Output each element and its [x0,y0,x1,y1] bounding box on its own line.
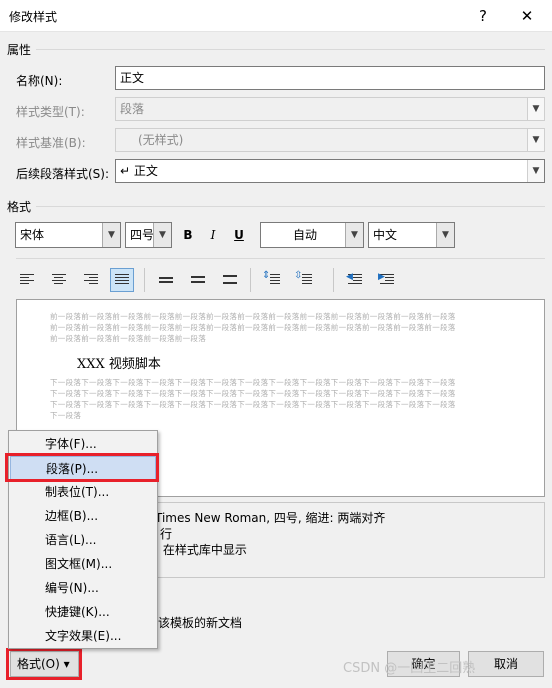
properties-section-label: 属性 [7,43,32,57]
align-right-icon [84,274,98,286]
justify-icon [115,274,129,286]
help-button[interactable]: ? [469,4,497,28]
cancel-button-label: 取消 [493,657,518,671]
decrease-para-spacing-button[interactable]: ⇳ [292,268,316,292]
chevron-down-icon[interactable]: ▼ [436,223,454,247]
font-size-value: 四号 [130,228,155,242]
description-line-1: Times New Roman, 四号, 缩进: 两端对齐 [155,511,386,525]
format-section-label: 格式 [7,200,32,214]
up-down-arrow-icon: ⇕ [262,270,271,281]
double-spacing-button[interactable] [218,268,242,292]
toolbar-separator [250,268,251,292]
menu-item-paragraph[interactable]: 段落(P)... [10,456,156,480]
preview-line: 下一段落下一段落下一段落下一段落下一段落下一段落下一段落下一段落下一段落下一段落… [50,389,456,398]
name-input-value: 正文 [120,71,145,85]
justify-button[interactable] [110,268,134,292]
preview-line: 下一段落 [50,411,82,420]
double-spacing-icon [223,275,237,287]
font-name-value: 宋体 [20,228,45,242]
style-type-value: 段落 [120,102,145,116]
up-down-arrow-icon: ⇳ [294,270,303,281]
increase-para-spacing-button[interactable]: ⇕ [260,268,284,292]
script-select[interactable]: 中文 ▼ [368,222,455,248]
next-style-select[interactable]: ↵ 正文 ▼ [115,159,545,183]
toolbar-separator [144,268,145,292]
one-half-spacing-icon [191,276,205,288]
increase-indent-button[interactable]: ▶ [375,268,399,292]
watermark: CSDN @一回生二回熟 [343,661,476,676]
chevron-down-icon: ▼ [527,98,544,120]
format-dropdown-menu: 字体(F)... 段落(P)... 制表位(T)... 边框(B)... 语言(… [8,430,158,649]
style-base-select: (无样式) ▼ [115,128,545,152]
right-arrow-icon: ▶ [378,272,385,282]
decrease-indent-button[interactable]: ◀ [343,268,367,292]
italic-button[interactable]: I [204,226,222,244]
style-base-label: 样式基准(B): [16,136,86,150]
format-menu-button[interactable]: 格式(O) ▾ [10,651,79,677]
description-line-3: : 在样式库中显示 [155,543,247,557]
font-color-select[interactable]: 自动 ▼ [260,222,364,248]
align-right-button[interactable] [79,268,103,292]
menu-item-numbering[interactable]: 编号(N)... [10,576,156,600]
align-left-icon [20,274,34,286]
menu-item-text-effects[interactable]: 文字效果(E)... [10,624,156,648]
preview-next-paragraph: 下一段落下一段落下一段落下一段落下一段落下一段落下一段落下一段落下一段落下一段落… [50,377,490,421]
align-center-button[interactable] [47,268,71,292]
description-line-2: 行 [160,527,173,541]
toolbar-divider [16,258,545,259]
toolbar-separator [333,268,334,292]
underline-button[interactable]: U [230,226,248,244]
format-divider [36,206,545,207]
single-spacing-button[interactable] [154,268,178,292]
chevron-down-icon: ▼ [527,129,544,151]
menu-item-font[interactable]: 字体(F)... [10,432,156,456]
next-style-label: 后续段落样式(S): [16,167,110,181]
increase-spacing-icon [270,274,280,286]
bold-button[interactable]: B [179,226,197,244]
preview-line: 下一段落下一段落下一段落下一段落下一段落下一段落下一段落下一段落下一段落下一段落… [50,400,456,409]
menu-item-border[interactable]: 边框(B)... [10,504,156,528]
script-value: 中文 [373,228,398,242]
font-name-select[interactable]: 宋体 ▼ [15,222,121,248]
next-style-value: ↵ 正文 [120,164,158,178]
properties-divider [36,49,545,50]
preview-line: 前一段落前一段落前一段落前一段落前一段落前一段落前一段落前一段落前一段落前一段落… [50,312,456,321]
chevron-down-icon[interactable]: ▼ [527,160,544,182]
font-size-select[interactable]: 四号 ▼ [125,222,172,248]
style-base-value: (无样式) [138,133,184,147]
preview-line: 前一段落前一段落前一段落前一段落前一段落前一段落前一段落前一段落前一段落前一段落… [50,323,456,332]
preview-previous-paragraph: 前一段落前一段落前一段落前一段落前一段落前一段落前一段落前一段落前一段落前一段落… [50,311,490,344]
menu-item-tabs[interactable]: 制表位(T)... [10,480,156,504]
one-half-spacing-button[interactable] [186,268,210,292]
preview-line: 下一段落下一段落下一段落下一段落下一段落下一段落下一段落下一段落下一段落下一段落… [50,378,456,387]
chevron-down-icon[interactable]: ▼ [153,223,171,247]
name-input[interactable]: 正文 [115,66,545,90]
preview-line: 前一段落前一段落前一段落前一段落前一段落 [50,334,206,343]
single-spacing-icon [159,277,173,289]
decrease-spacing-icon [302,274,312,286]
left-arrow-icon: ◀ [346,272,353,282]
menu-item-shortcut-key[interactable]: 快捷键(K)... [10,600,156,624]
name-label: 名称(N): [16,74,63,88]
chevron-down-icon[interactable]: ▼ [345,223,363,247]
dialog-title: 修改样式 [9,10,58,24]
preview-sample-text: XXX 视频脚本 [77,357,161,372]
new-documents-option-label[interactable]: 该模板的新文档 [158,614,242,631]
style-type-label: 样式类型(T): [16,105,85,119]
menu-item-language[interactable]: 语言(L)... [10,528,156,552]
font-color-value: 自动 [292,228,317,242]
format-button-label: 格式(O) ▾ [17,657,70,671]
style-type-select: 段落 ▼ [115,97,545,121]
chevron-down-icon[interactable]: ▼ [102,223,120,247]
menu-item-frame[interactable]: 图文框(M)... [10,552,156,576]
cancel-button[interactable]: 取消 [468,651,544,677]
align-center-icon [52,274,66,286]
close-button[interactable]: ✕ [513,4,541,28]
align-left-button[interactable] [15,268,39,292]
title-bar: 修改样式 ? ✕ [0,0,552,32]
